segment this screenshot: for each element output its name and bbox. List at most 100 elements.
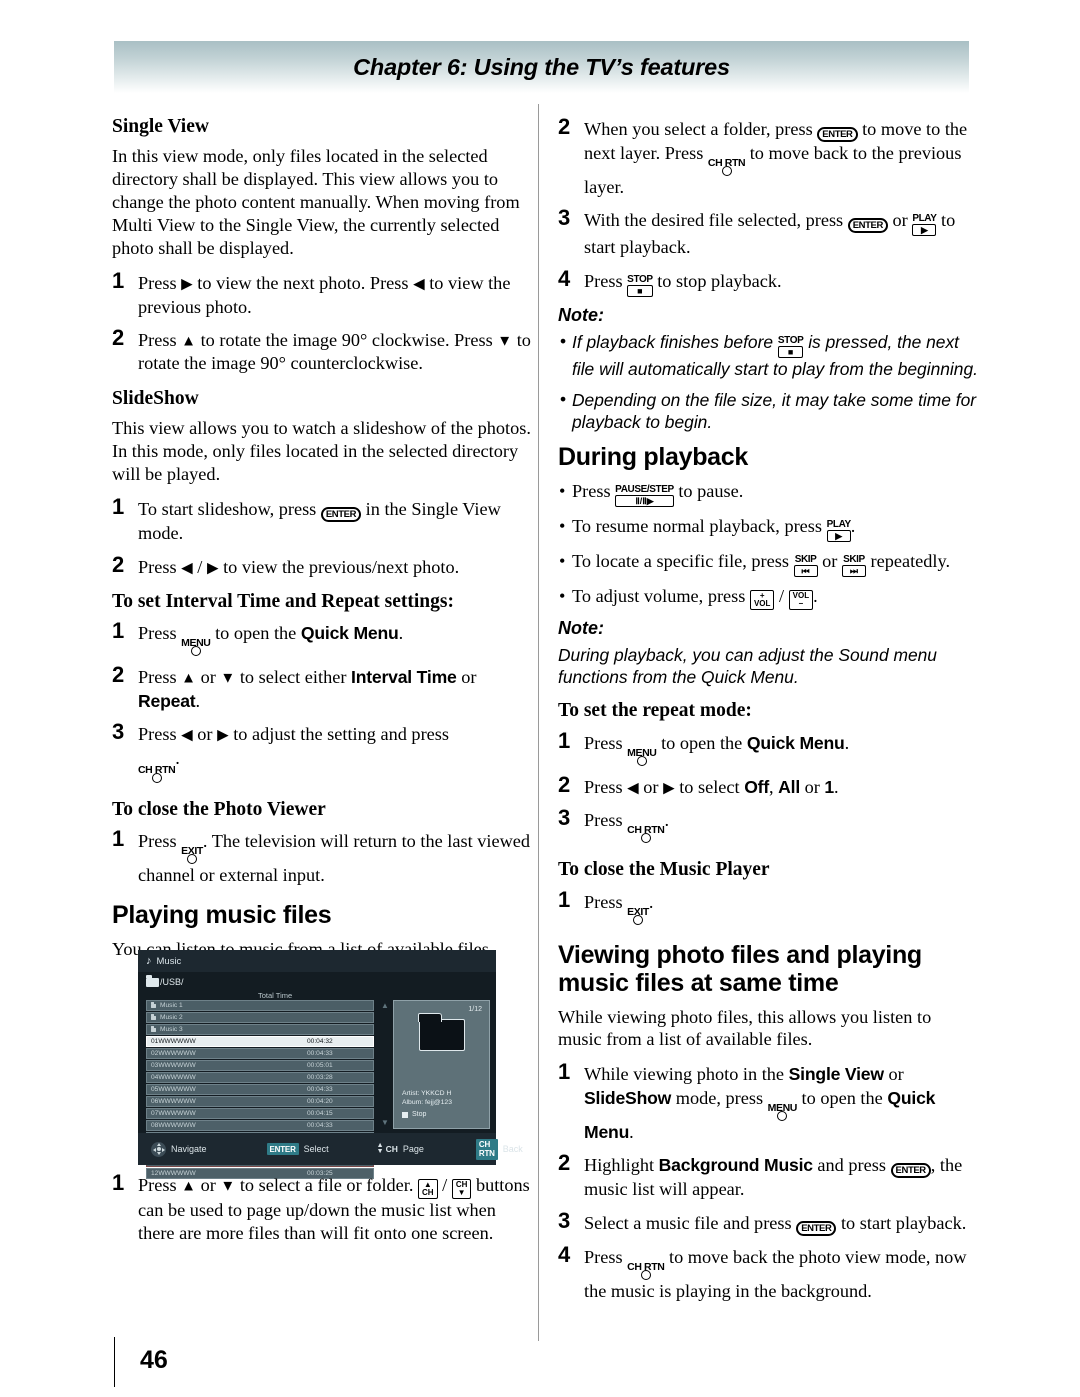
folder-icon (151, 1002, 156, 1008)
scroll-up-arrow-icon[interactable]: ▲ (381, 1002, 389, 1010)
step-text-part: Press (138, 724, 182, 745)
close-photo-viewer-step-1: 1 Press EXIT. The television will return… (112, 827, 532, 887)
enter-key-icon: ENTER (890, 1163, 931, 1179)
menu-key-icon: MENU (181, 638, 211, 657)
ch-chip-label: CH (385, 1144, 398, 1154)
album-art-folder-icon (417, 1013, 465, 1051)
quick-menu-term: Quick Menu (300, 623, 399, 644)
step-text-part: Press (138, 623, 182, 644)
key-glyph: ⏮ (793, 565, 818, 578)
step-text: Press ▲ or ▼ to select either Interval T… (138, 664, 532, 713)
step-text: Press CH RTN. (584, 807, 978, 844)
file-name: 08WWWWWW (151, 1121, 196, 1129)
folder-row[interactable]: Music 1 (146, 1000, 374, 1012)
step-text-part: Press (584, 270, 628, 291)
step-text: Press MENU to open the Quick Menu. (584, 730, 978, 766)
file-name: 02WWWWWW (151, 1049, 196, 1057)
menu-key-icon: MENU (627, 747, 657, 766)
channel-down-key-icon: CH ▼ (451, 1179, 472, 1199)
viewing-both-step-1: 1 While viewing photo in the Single View… (558, 1061, 978, 1144)
step-text: Press ◀ or ▶ to adjust the setting and p… (138, 721, 532, 783)
step-text: While viewing photo in the Single View o… (584, 1061, 978, 1144)
note-heading-1: Note: (558, 304, 604, 325)
table-row[interactable]: 03WWWWWW 00:05:01 (146, 1059, 374, 1072)
bullet-text-part: repeatedly. (865, 551, 951, 572)
step-text: Highlight Background Music and press ENT… (584, 1152, 978, 1201)
file-duration: 00:05:01 (307, 1061, 333, 1069)
slideshow-step-1: 1 To start slideshow, press ENTER in the… (112, 495, 532, 545)
file-name: 03WWWWWW (151, 1061, 196, 1069)
stop-key-icon: STOP ■ (627, 274, 653, 297)
table-row[interactable]: 05WWWWWW 00:04:33 (146, 1083, 374, 1095)
table-row[interactable]: 08WWWWWW 00:04:33 (146, 1119, 374, 1131)
arrow-right-icon: ▶ (181, 276, 193, 293)
folder-row[interactable]: Music 2 (146, 1011, 374, 1024)
arrow-down-icon: ▼ (220, 1178, 236, 1195)
option-off: Off (744, 776, 769, 797)
key-glyph: ■ (777, 345, 804, 358)
footbar-back[interactable]: CH RTN Back (475, 1138, 523, 1160)
step-text-part: or (196, 1175, 221, 1195)
step-text-part: or (196, 667, 221, 688)
step-text: With the desired file selected, press EN… (584, 207, 978, 259)
step-text-part: . (175, 747, 180, 768)
step-text-part: Press (584, 732, 628, 753)
single-view-step-1: 1 Press ▶ to view the next photo. Press … (112, 270, 532, 319)
single-view-term: Single View (788, 1064, 884, 1085)
screenshot-title-text: Music (156, 955, 182, 967)
key-label: PLAY (826, 519, 852, 531)
step-text: Press ▲ to rotate the image 90° clockwis… (138, 327, 532, 376)
chapter-title: Chapter 6: Using the TV’s features (353, 53, 730, 80)
interval-step-3: 3 Press ◀ or ▶ to adjust the setting and… (112, 720, 532, 783)
footbar-page[interactable]: ▲ ▼ CH Page (377, 1142, 424, 1155)
step-text-part: to stop playback. (652, 270, 782, 291)
bullet-text-part: Press (572, 481, 616, 502)
step-text: Press EXIT. The television will return t… (138, 828, 532, 887)
arrow-up-icon: ▲ (181, 1178, 197, 1195)
step-text-part: , (769, 776, 779, 797)
step-text: Press ◀ or ▶ to select Off, All or 1. (584, 774, 978, 799)
footbar-label: Back (502, 1144, 523, 1154)
step-text-part: to view the previous/next photo. (218, 556, 460, 577)
step-text-part: . (844, 732, 850, 753)
table-row[interactable]: 06WWWWWW 00:04:20 (146, 1095, 374, 1107)
step-text-part: or (192, 724, 218, 745)
table-row[interactable]: 07WWWWWW 00:04:15 (146, 1107, 374, 1119)
during-playback-bullet-2: To resume normal playback, press PLAY▶. (558, 515, 978, 543)
step-text-part: to open the (796, 1087, 888, 1108)
key-glyph: ▶ (826, 530, 851, 543)
footbar-select[interactable]: ENTER Select (266, 1143, 329, 1155)
table-row[interactable]: 02WWWWWW 00:04:33 (146, 1047, 374, 1060)
viewing-both-body: While viewing photo files, this allows y… (558, 1006, 932, 1050)
playback-state-label: Stop (412, 1111, 427, 1118)
arrow-left-icon: ◀ (181, 727, 193, 744)
step-number: 4 (558, 265, 571, 291)
key-label: CH RTN (627, 824, 665, 837)
key-label: − (798, 599, 804, 609)
slideshow-term: SlideShow (584, 1087, 672, 1108)
skip-next-key-icon: SKIP ⏭ (841, 555, 866, 578)
step-text-part: . (629, 1121, 634, 1142)
step-text-part: . (834, 776, 839, 797)
step-text-part: Press (138, 330, 182, 350)
table-row[interactable]: 04WWWWWW 00:03:28 (146, 1071, 374, 1083)
file-name: 05WWWWWW (151, 1085, 196, 1093)
file-duration: 00:04:33 (307, 1121, 333, 1129)
music-file-list[interactable]: Music 1 Music 2 Music 3 01WWWWWW 00:04:32 02W… (146, 1000, 374, 1179)
step-text-part: or (638, 776, 664, 797)
footbar-navigate[interactable]: Navigate (151, 1141, 207, 1157)
file-name: 06WWWWWW (151, 1097, 196, 1105)
ch-rtn-key-icon: CH RTN (627, 1261, 665, 1280)
step-text-part: Press (584, 810, 628, 831)
table-row[interactable]: 01WWWWWW 00:04:32 (146, 1035, 374, 1048)
enter-key-icon: ENTER (796, 1220, 837, 1236)
menu-key-icon: MENU (768, 1103, 797, 1121)
folder-row[interactable]: Music 3 (146, 1023, 374, 1036)
music-step-3: 3 With the desired file selected, press … (558, 207, 978, 259)
exit-key-icon: EXIT (181, 846, 203, 864)
screenshot-path: /USB/ (160, 977, 184, 987)
file-duration: 00:04:33 (307, 1085, 333, 1093)
scroll-down-arrow-icon[interactable]: ▼ (381, 1119, 389, 1127)
bullet-text-part: . (813, 586, 818, 607)
close-music-player-step-1: 1 Press EXIT. (558, 888, 978, 925)
